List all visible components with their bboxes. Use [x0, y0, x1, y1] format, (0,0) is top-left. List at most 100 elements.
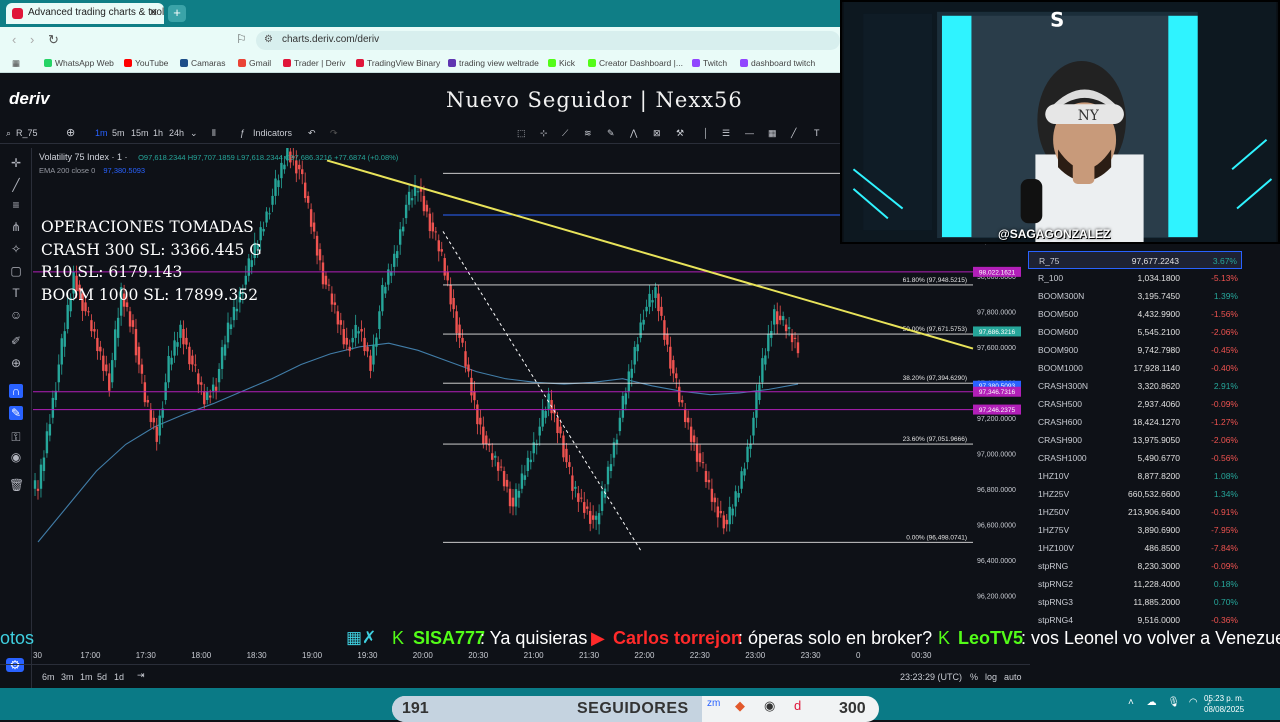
watchlist-row[interactable]: CRASH900 13,975.9050 -2.06% — [1028, 431, 1242, 449]
apps-grid-icon[interactable]: ▦ — [12, 58, 20, 69]
emoji-icon[interactable]: ☺ — [9, 308, 23, 322]
bookmark-youtube[interactable]: YouTube — [124, 58, 168, 68]
indicators-button[interactable]: Indicators — [253, 128, 292, 138]
cloud-icon[interactable]: ☁ — [1147, 697, 1157, 708]
watchlist-row[interactable]: CRASH500 2,937.4060 -0.09% — [1028, 395, 1242, 413]
eye-icon[interactable]: ◉ — [9, 450, 23, 464]
watchlist-row[interactable]: 1HZ50V 213,906.6400 -0.91% — [1028, 503, 1242, 521]
system-clock[interactable]: 05:23 p. m. 08/08/2025 — [1204, 693, 1244, 715]
deriv-logo[interactable]: deriv — [9, 89, 50, 109]
watchlist-row[interactable]: BOOM900 9,742.7980 -0.45% — [1028, 341, 1242, 359]
bookmark-camaras[interactable]: Camaras — [180, 58, 225, 68]
interval-24h[interactable]: 24h — [169, 128, 184, 138]
interval-5m[interactable]: 5m — [112, 128, 125, 138]
fib-retracement-icon[interactable]: ≡ — [9, 198, 23, 212]
watchlist-row[interactable]: BOOM1000 17,928.1140 -0.40% — [1028, 359, 1242, 377]
browser-tab[interactable]: Advanced trading charts & tool ✕ — [6, 3, 164, 24]
range-5d[interactable]: 5d — [97, 672, 107, 682]
magnet-icon[interactable]: ∩ — [9, 384, 23, 398]
chevron-up-icon[interactable]: ˄ — [1128, 697, 1134, 708]
watchlist-row[interactable]: R_75 97,677.2243 3.67% — [1028, 251, 1242, 269]
watchlist-row[interactable]: CRASH1000 5,490.6770 -0.56% — [1028, 449, 1242, 467]
watchlist-row[interactable]: BOOM500 4,432.9900 -1.56% — [1028, 305, 1242, 323]
vertical-line-icon[interactable]: │ — [703, 128, 709, 138]
chevron-down-icon[interactable]: ⌄ — [190, 128, 198, 139]
symbol-search-icon[interactable]: ⌕ — [6, 128, 11, 139]
watchlist-row[interactable]: 1HZ10V 8,877.8200 1.08% — [1028, 467, 1242, 485]
lock-drawings-icon[interactable]: ✎ — [9, 406, 23, 420]
zoom-app-icon[interactable]: zm — [707, 698, 720, 709]
watchlist-row[interactable]: CRASH600 18,424.1270 -1.27% — [1028, 413, 1242, 431]
bookmark-kick[interactable]: Kick — [548, 58, 575, 68]
bookmark-trader-deriv[interactable]: Trader | Deriv — [283, 58, 346, 68]
obs-app-icon[interactable]: ◉ — [764, 698, 775, 714]
watchlist-row[interactable]: BOOM300N 3,195.7450 1.39% — [1028, 287, 1242, 305]
interval-15m[interactable]: 15m — [131, 128, 149, 138]
bookmark-gmail[interactable]: Gmail — [238, 58, 271, 68]
pattern-icon[interactable]: ✧ — [9, 242, 23, 256]
symbol-selector[interactable]: R_75 — [16, 128, 38, 138]
mic-icon[interactable]: 🎙 — [1167, 697, 1180, 708]
add-symbol-icon[interactable]: ⊕ — [66, 126, 75, 139]
brush-tool-icon[interactable]: ✎ — [607, 128, 615, 139]
undo-icon[interactable]: ↶ — [308, 128, 316, 139]
range-6m[interactable]: 6m — [42, 672, 55, 682]
bookmark-tradingview-weltrade[interactable]: trading view weltrade — [448, 58, 539, 68]
watchlist-row[interactable]: stpRNG3 11,885.2000 0.70% — [1028, 593, 1242, 611]
candles-icon[interactable]: ⫴ — [212, 128, 216, 139]
wifi-icon[interactable]: ◠ — [1189, 697, 1198, 708]
watchlist-row[interactable]: CRASH300N 3,320.8620 2.91% — [1028, 377, 1242, 395]
interval-1m[interactable]: 1m — [95, 128, 108, 138]
line-tool-icon[interactable]: ⟋ — [562, 128, 568, 139]
new-tab-button[interactable]: + — [168, 5, 186, 22]
bookmark-whatsapp[interactable]: WhatsApp Web — [44, 58, 114, 68]
interval-1h[interactable]: 1h — [153, 128, 163, 138]
watchlist-row[interactable]: 1HZ75V 3,890.6900 -7.95% — [1028, 521, 1242, 539]
percent-toggle[interactable]: % — [970, 672, 978, 682]
watchlist-row[interactable]: 1HZ25V 660,532.6600 1.34% — [1028, 485, 1242, 503]
address-bar[interactable]: ⚙ charts.deriv.com/deriv — [256, 31, 840, 50]
measure-icon[interactable]: ✐ — [9, 334, 23, 348]
range-1m[interactable]: 1m — [80, 672, 93, 682]
bookmark-twitch[interactable]: Twitch — [692, 58, 727, 68]
grid-tool-icon[interactable]: ▦ — [768, 128, 777, 139]
select-tool-icon[interactable]: ⬚ — [517, 128, 526, 139]
site-info-icon[interactable]: ⚙ — [264, 34, 273, 45]
forward-icon[interactable]: › — [30, 32, 34, 47]
fib-tool-icon[interactable]: ☰ — [722, 128, 730, 139]
utc-clock[interactable]: 23:23:29 (UTC) — [900, 672, 962, 682]
zoom-icon[interactable]: ⊕ — [9, 356, 23, 370]
magic-tool-icon[interactable]: ⚒ — [676, 128, 684, 139]
goto-date-icon[interactable]: ⇥ — [137, 670, 145, 681]
text-icon[interactable]: T — [9, 286, 23, 300]
rectangle-icon[interactable]: ▢ — [9, 264, 23, 278]
back-icon[interactable]: ‹ — [12, 32, 16, 47]
range-3m[interactable]: 3m — [61, 672, 74, 682]
deriv-app-icon[interactable]: d — [794, 698, 801, 713]
pattern-tool-icon[interactable]: ⋀ — [630, 128, 637, 139]
close-tab-icon[interactable]: ✕ — [149, 6, 158, 19]
horizontal-line-icon[interactable]: — — [745, 128, 754, 138]
watchlist-row[interactable]: R_100 1,034.1800 -5.13% — [1028, 269, 1242, 287]
watchlist-row[interactable]: stpRNG2 11,228.4000 0.18% — [1028, 575, 1242, 593]
text-tool-icon[interactable]: T — [814, 128, 820, 138]
trend-line-icon[interactable]: ╱ — [791, 128, 796, 139]
cursor-icon[interactable]: ✛ — [9, 156, 23, 170]
range-1d[interactable]: 1d — [114, 672, 124, 682]
lock-icon[interactable]: ⚿ — [9, 430, 23, 445]
watchlist-row[interactable]: stpRNG 8,230.3000 -0.09% — [1028, 557, 1242, 575]
watchlist-row[interactable]: 1HZ100V 486.8500 -7.84% — [1028, 539, 1242, 557]
watchlist-row[interactable]: BOOM600 5,545.2100 -2.06% — [1028, 323, 1242, 341]
bookmark-dashboard-twitch[interactable]: dashboard twitch — [740, 58, 815, 68]
bookmark-creator-dashboard[interactable]: Creator Dashboard |... — [588, 58, 683, 68]
log-toggle[interactable]: log — [985, 672, 997, 682]
auto-toggle[interactable]: auto — [1004, 672, 1022, 682]
bookmark-icon[interactable]: ⚐ — [236, 32, 247, 46]
crosshair-tool-icon[interactable]: ⊹ — [540, 128, 548, 139]
reload-icon[interactable]: ↻ — [48, 32, 59, 48]
pitchfork-icon[interactable]: ⋔ — [9, 220, 23, 234]
channel-tool-icon[interactable]: ≋ — [584, 128, 592, 139]
redo-icon[interactable]: ↷ — [330, 128, 338, 139]
trend-line-tool-icon[interactable]: ╱ — [9, 178, 23, 192]
trash-icon[interactable]: 🗑 — [9, 478, 24, 492]
